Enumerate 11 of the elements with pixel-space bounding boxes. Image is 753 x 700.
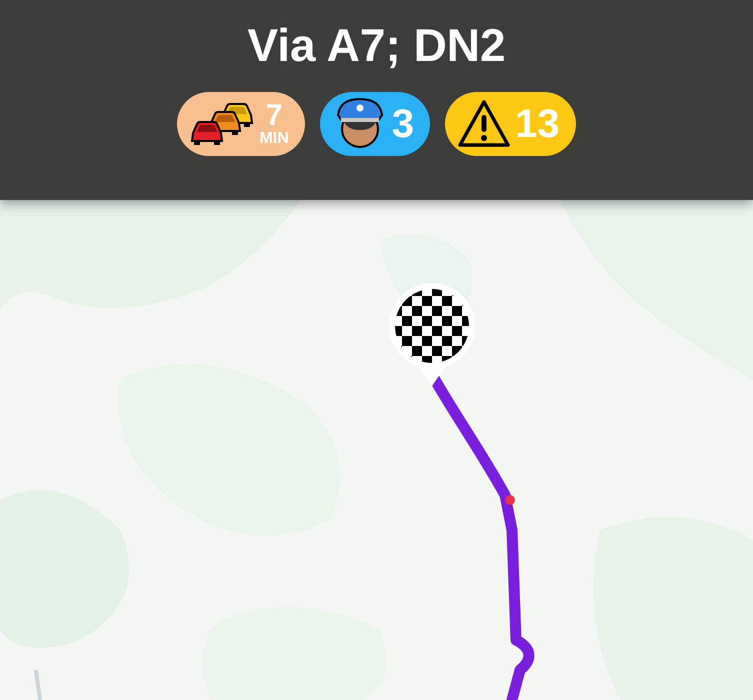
route-title: Via A7; DN2	[247, 18, 506, 72]
traffic-badge[interactable]: 7 MIN	[177, 92, 305, 156]
report-count: 13	[515, 104, 560, 144]
report-count: 3	[392, 104, 414, 144]
police-badge[interactable]: 3	[320, 92, 430, 156]
traffic-marker-icon	[505, 495, 515, 505]
delay-unit: MIN	[259, 131, 289, 147]
hazard-badge[interactable]: 13	[445, 92, 576, 156]
warning-icon	[457, 99, 512, 149]
finish-flag-pin[interactable]	[389, 283, 475, 386]
delay-value: 7	[266, 101, 282, 131]
